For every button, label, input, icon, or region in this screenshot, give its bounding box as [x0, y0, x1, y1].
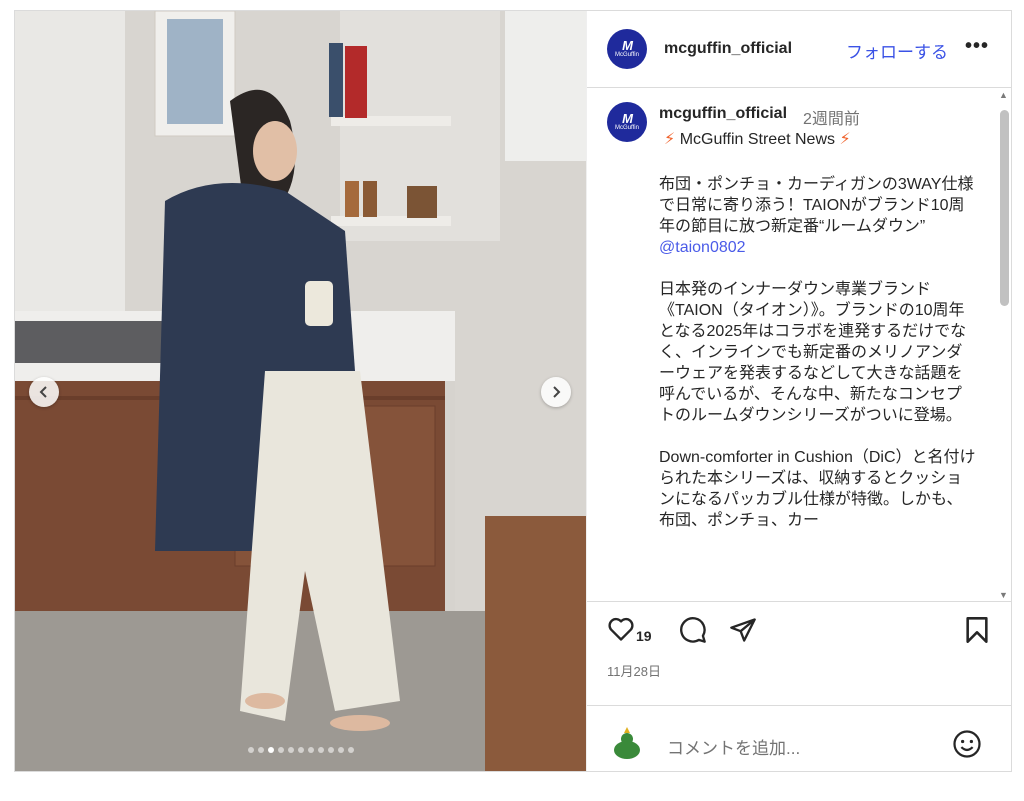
bolt-icon: ⚡ [839, 131, 851, 148]
carousel-indicator [15, 747, 586, 753]
scrollbar-thumb[interactable] [1000, 110, 1009, 306]
news-label-text: McGuffin Street News [679, 131, 835, 148]
next-slide-button[interactable] [541, 377, 571, 407]
caption-scrollbar[interactable]: ▲ ▼ [996, 88, 1012, 601]
follow-button[interactable]: フォローする [846, 38, 948, 63]
caption-username[interactable]: mcguffin_official [659, 105, 787, 123]
post-photo[interactable] [15, 11, 586, 771]
avatar-word: McGuffin [615, 124, 639, 131]
post-modal: M McGuffin mcguffin_official フォローする ••• … [14, 10, 1012, 772]
comment-input[interactable]: コメントを追加... [667, 734, 800, 759]
chevron-left-icon [39, 386, 47, 398]
bolt-icon: ⚡ [664, 131, 676, 148]
scroll-down-icon[interactable]: ▼ [999, 590, 1008, 600]
caption-paragraph-3: Down-comforter in Cushion（DiC）と名付けられた本シリ… [659, 449, 976, 529]
share-icon[interactable] [728, 616, 758, 644]
news-label: ⚡ McGuffin Street News ⚡ [664, 129, 851, 149]
post-side-panel: M McGuffin mcguffin_official フォローする ••• … [586, 11, 1012, 771]
carousel-dot [317, 747, 324, 753]
caption-text: 布団・ポンチョ・カーディガンの3WAY仕様で日常に寄り添う！TAIONがブランド… [659, 174, 977, 531]
avatar-mark: M [622, 110, 633, 126]
more-icon[interactable]: ••• [965, 35, 989, 58]
carousel-dot [327, 747, 334, 753]
caption-area[interactable]: M McGuffin mcguffin_official 2週間前 ⚡ McGu… [587, 88, 1012, 601]
post-time: 2週間前 [803, 111, 860, 128]
comment-bar: コメントを追加... [587, 705, 1012, 772]
carousel-dot [337, 747, 344, 753]
avatar[interactable]: M McGuffin [607, 29, 647, 69]
previous-slide-button[interactable] [29, 377, 59, 407]
caption-paragraph-1: 布団・ポンチョ・カーディガンの3WAY仕様で日常に寄り添う！TAIONがブランド… [659, 176, 974, 235]
carousel-dot [277, 747, 284, 753]
avatar-word: McGuffin [615, 51, 639, 58]
chevron-right-icon [553, 386, 561, 398]
mention-link[interactable]: @taion0802 [659, 239, 746, 256]
emoji-icon[interactable] [952, 729, 982, 759]
avatar-mark: M [622, 37, 633, 53]
post-header: M McGuffin mcguffin_official フォローする ••• [587, 11, 1012, 88]
user-avatar[interactable] [607, 724, 647, 764]
carousel-dot [247, 747, 254, 753]
scroll-up-icon[interactable]: ▲ [999, 90, 1008, 100]
header-username[interactable]: mcguffin_official [664, 40, 792, 58]
heart-icon[interactable] [607, 616, 635, 642]
photo-illustration [15, 11, 586, 771]
carousel-dot [307, 747, 314, 753]
caption-paragraph-2: 日本発のインナーダウン専業ブランド《TAION（タイオン）》。ブランドの10周年… [659, 281, 967, 424]
carousel-dot [347, 747, 354, 753]
carousel-dot [297, 747, 304, 753]
bookmark-icon[interactable] [964, 616, 990, 644]
carousel-dot [257, 747, 264, 753]
like-count[interactable]: 19 [636, 628, 652, 644]
carousel-dot [287, 747, 294, 753]
post-date: 11月28日 [607, 664, 661, 679]
carousel-dot [267, 747, 274, 753]
post-actions: 19 11月28日 [587, 601, 1012, 706]
caption-avatar[interactable]: M McGuffin [607, 102, 647, 142]
comment-icon[interactable] [679, 616, 707, 644]
